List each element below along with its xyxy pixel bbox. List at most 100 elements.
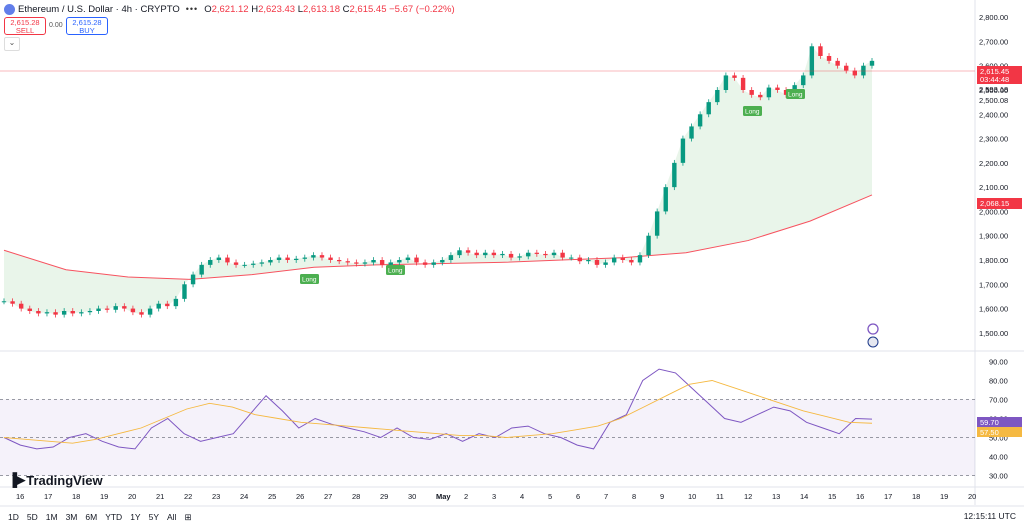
time-axis-label: 26	[296, 492, 304, 501]
time-axis-label: 3	[492, 492, 496, 501]
time-axis-label: 19	[940, 492, 948, 501]
candle	[740, 77, 746, 90]
timeframe-bar: 1D 5D 1M 3M 6M YTD 1Y 5Y All ⊞	[0, 508, 192, 526]
candle	[723, 75, 729, 90]
candle	[577, 257, 583, 262]
candle	[431, 262, 436, 265]
timeframe-3m[interactable]: 3M	[66, 512, 78, 522]
time-axis-label: 17	[44, 492, 52, 501]
time-axis-label: 6	[576, 492, 580, 501]
timeframe-1y[interactable]: 1Y	[130, 512, 140, 522]
candle	[345, 261, 350, 263]
time-axis-label: 14	[800, 492, 808, 501]
symbol-header: Ethereum / U.S. Dollar · 4h · CRYPTO •••…	[0, 0, 455, 18]
utc-clock[interactable]: 12:15:11 UTC	[964, 511, 1016, 521]
price-tick-label: 1,700.00	[979, 280, 1008, 289]
tradingview-logo: ▐▶ TradingView	[8, 472, 103, 488]
candle	[104, 308, 110, 310]
candle	[457, 250, 462, 256]
rsi-tick-label: 90.00	[989, 358, 1008, 367]
candle	[70, 311, 75, 314]
long-signal-label: Long	[788, 92, 803, 99]
candle	[79, 312, 84, 314]
candle	[10, 301, 15, 304]
candle	[302, 257, 307, 259]
price-tick-label: 1,800.00	[979, 256, 1008, 265]
candle	[122, 306, 127, 309]
time-axis-label: 28	[352, 492, 360, 501]
symbol-title[interactable]: Ethereum / U.S. Dollar · 4h · CRYPTO	[18, 4, 180, 15]
candle	[1, 301, 7, 303]
rsi-value-tag-text: 59.70	[980, 418, 999, 427]
time-axis-label: 2	[464, 492, 468, 501]
candle	[732, 75, 737, 78]
candle	[371, 260, 376, 263]
candle	[766, 87, 772, 98]
candle	[328, 257, 333, 260]
long-signal-label: Long	[745, 109, 760, 116]
candle	[637, 255, 643, 263]
time-axis-label: 16	[856, 492, 864, 501]
candle	[147, 308, 153, 315]
tradingview-mark-icon: ▐▶	[8, 472, 25, 487]
candle	[611, 257, 617, 263]
candle	[414, 257, 419, 263]
candle	[654, 211, 660, 236]
candle	[689, 126, 694, 139]
candle	[500, 253, 505, 256]
price-chart[interactable]: 2,800.002,700.002,600.002,500.002,400.00…	[0, 0, 1024, 528]
candle	[706, 102, 711, 115]
candle	[448, 255, 454, 260]
candle	[36, 311, 41, 314]
candle	[818, 46, 823, 56]
long-signal-label: Long	[388, 268, 403, 275]
time-axis-label: 7	[604, 492, 608, 501]
sell-button[interactable]: 2,615.28 SELL	[4, 17, 46, 35]
time-axis-label: 4	[520, 492, 524, 501]
candle	[715, 90, 720, 103]
time-axis-label: 22	[184, 492, 192, 501]
candle	[276, 257, 282, 260]
rsi-tick-label: 40.00	[989, 453, 1008, 462]
timeframe-ytd[interactable]: YTD	[105, 512, 122, 522]
candle	[526, 252, 531, 257]
time-axis-label: 20	[128, 492, 136, 501]
timeframe-5y[interactable]: 5Y	[149, 512, 159, 522]
more-options-icon[interactable]: •••	[186, 4, 198, 14]
buy-button[interactable]: 2,615.28 BUY	[66, 17, 108, 35]
time-axis-label: 24	[240, 492, 248, 501]
candle	[27, 308, 32, 311]
candle	[225, 257, 230, 263]
candle	[646, 235, 651, 256]
price-tick-label: 2,300.00	[979, 135, 1008, 144]
timeframe-5d[interactable]: 5D	[27, 512, 38, 522]
candle	[672, 162, 677, 188]
candle	[216, 257, 222, 260]
time-axis-label: 9	[660, 492, 664, 501]
candle	[620, 257, 625, 260]
timeframe-6m[interactable]: 6M	[85, 512, 97, 522]
candle	[96, 308, 101, 311]
rsi-tick-label: 30.00	[989, 472, 1008, 481]
time-axis-label: 29	[380, 492, 388, 501]
time-axis-label: 10	[688, 492, 696, 501]
price-tick-label: 2,700.00	[979, 37, 1008, 46]
timeframe-1d[interactable]: 1D	[8, 512, 19, 522]
candle	[405, 257, 411, 260]
time-axis-label: 8	[632, 492, 636, 501]
candle	[251, 263, 256, 265]
candle	[422, 262, 428, 265]
candle	[680, 138, 686, 163]
chevron-down-icon[interactable]: ⌄	[4, 37, 20, 51]
rsi-tick-label: 70.00	[989, 396, 1008, 405]
long-signal-label: Long	[302, 277, 317, 284]
ma-price-tag-text: 2,068.15	[980, 199, 1009, 208]
timeframe-all[interactable]: All	[167, 512, 176, 522]
date-range-icon[interactable]: ⊞	[184, 512, 191, 523]
candle	[560, 252, 565, 258]
time-axis-label: 19	[100, 492, 108, 501]
time-axis-label: 23	[212, 492, 220, 501]
time-axis-label: 20	[968, 492, 976, 501]
timeframe-1m[interactable]: 1M	[46, 512, 58, 522]
price-tick-label: 2,400.00	[979, 110, 1008, 119]
